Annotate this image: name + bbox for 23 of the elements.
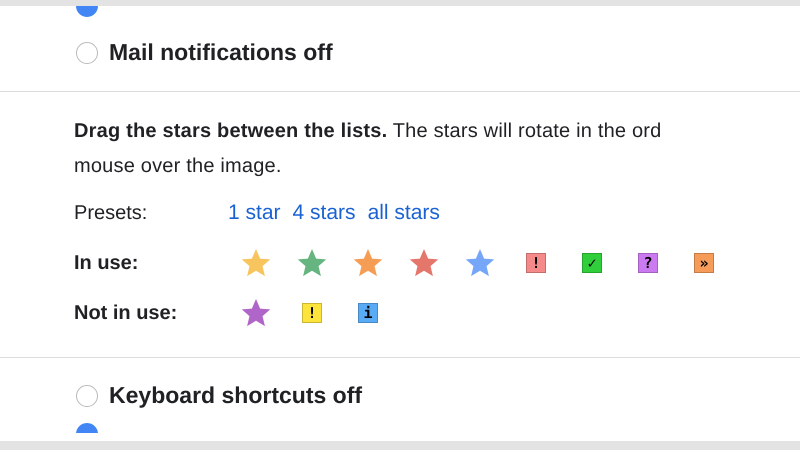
marker-badge[interactable]: i (358, 303, 378, 323)
marker-badge[interactable]: ! (302, 303, 322, 323)
star-icon[interactable] (464, 247, 496, 279)
marker-badge[interactable]: ! (526, 253, 546, 273)
presets-label: Presets: (74, 202, 148, 224)
preset-link[interactable]: all stars (368, 201, 440, 225)
radio-button[interactable] (76, 384, 98, 406)
star-icon[interactable] (240, 247, 272, 279)
preset-link[interactable]: 1 star (228, 201, 281, 225)
marker-badge[interactable]: ? (638, 253, 658, 273)
marker-badge[interactable]: » (694, 253, 714, 273)
in-use-label: In use: (74, 252, 140, 274)
option-label: Keyboard shortcuts off (109, 382, 362, 409)
preset-link[interactable]: 4 stars (292, 201, 356, 225)
radio-button[interactable] (76, 42, 98, 64)
description-text: Drag the stars between the lists. The stars will rotate in the ord mouse over the image. (74, 119, 662, 179)
star-icon[interactable] (352, 247, 384, 279)
star-icon[interactable] (296, 247, 328, 279)
star-icon[interactable] (408, 247, 440, 279)
option-label: Mail notifications off (109, 39, 333, 66)
marker-badge[interactable]: ✓ (582, 253, 602, 273)
not-in-use-label: Not in use: (74, 302, 178, 324)
star-icon[interactable] (240, 297, 272, 329)
